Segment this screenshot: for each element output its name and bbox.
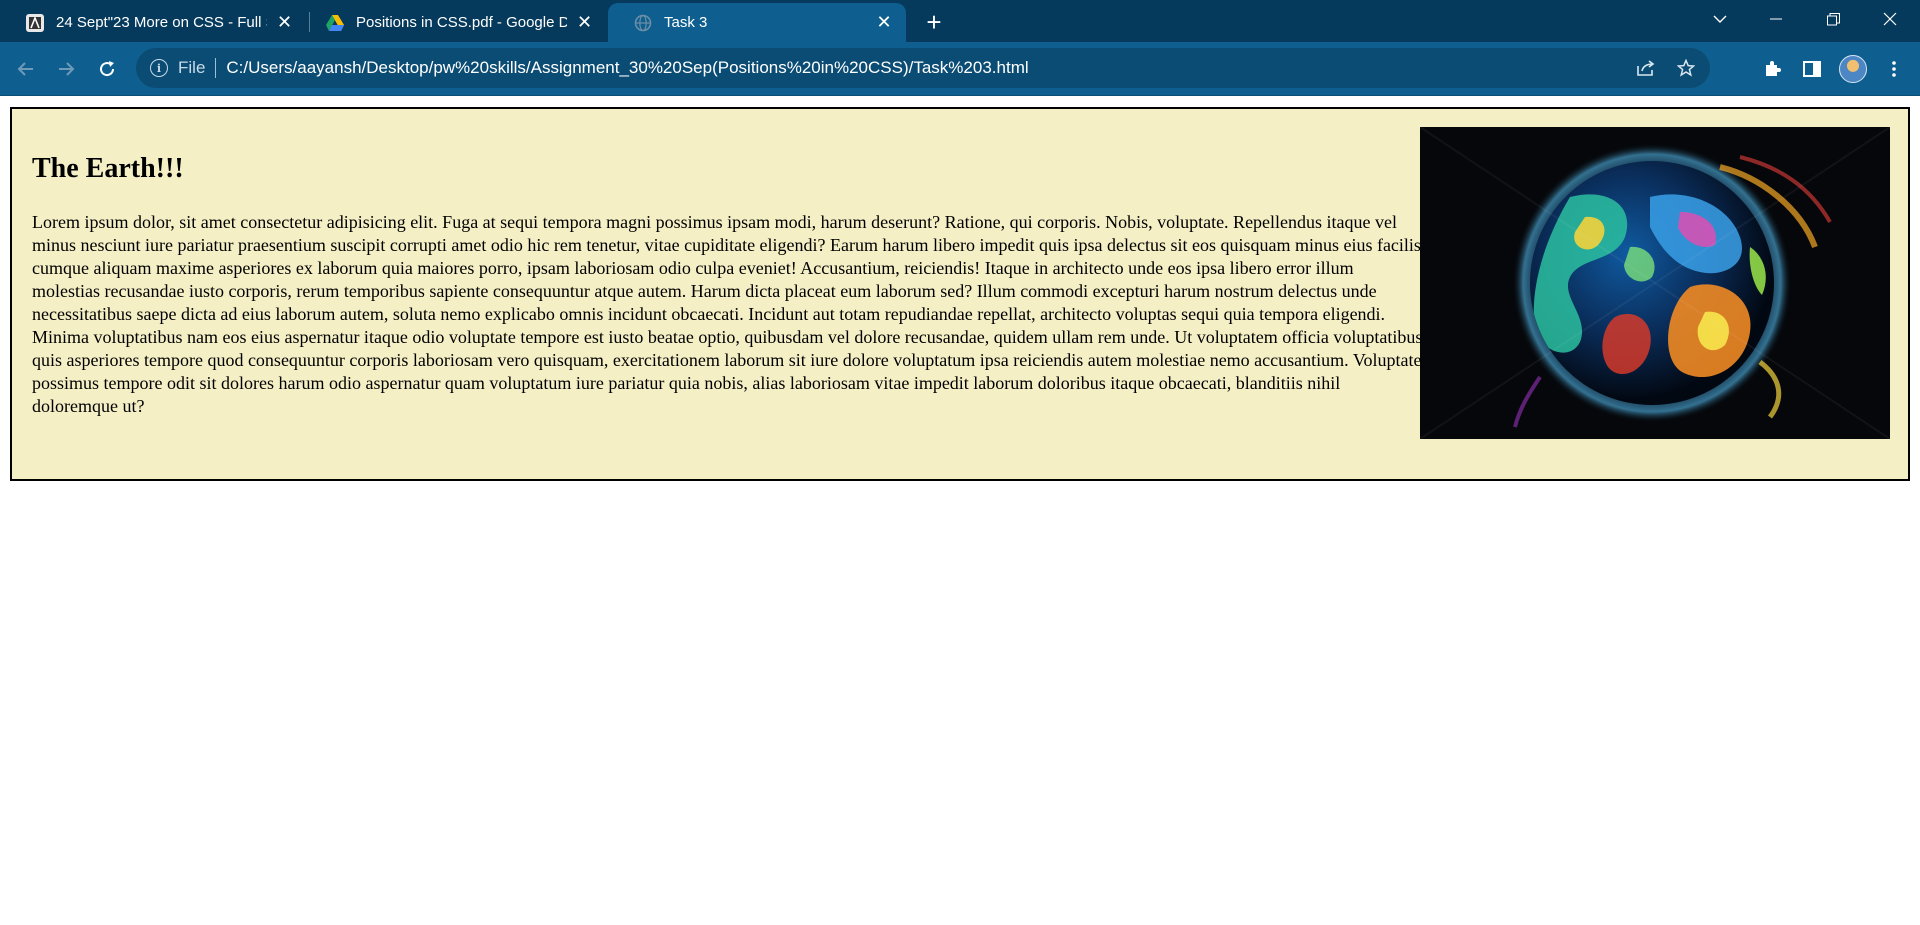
back-arrow-icon[interactable] [12,55,40,83]
close-icon[interactable]: ✕ [575,12,594,33]
close-window-icon[interactable] [1862,0,1918,38]
globe-icon [634,14,652,32]
minimize-icon[interactable] [1748,0,1804,38]
tab-search-chevron-icon[interactable] [1692,0,1748,38]
extensions-puzzle-icon[interactable] [1758,55,1786,83]
omnibox-divider [215,58,217,78]
tab-positions-pdf[interactable]: Positions in CSS.pdf - Google Dri ✕ [300,3,606,42]
lorem-paragraph: Lorem ipsum dolor, sit amet consectetur … [32,212,1423,416]
omnibox-actions [1634,48,1698,88]
close-icon[interactable]: ✕ [874,12,894,33]
browser-toolbar: i File C:/Users/aayansh/Desktop/pw%20ski… [0,42,1920,96]
file-scheme-label: File [178,58,206,77]
profile-avatar[interactable] [1839,55,1867,83]
new-tab-plus-icon[interactable]: + [920,7,948,37]
earth-card: The Earth!!! Lorem ipsum dolor, sit amet… [10,107,1910,481]
more-menu-icon[interactable] [1880,55,1908,83]
tab-strip: 24 Sept"23 More on CSS - Full St ✕ Posit… [0,0,1920,42]
page-heading: The Earth!!! [32,153,184,184]
share-icon[interactable] [1634,56,1658,80]
tab-title: Positions in CSS.pdf - Google Dri [356,14,567,31]
video-favicon-icon [26,13,44,32]
close-icon[interactable]: ✕ [275,12,294,33]
side-panel-icon[interactable] [1798,55,1826,83]
tab-task-3[interactable]: Task 3 ✕ [608,3,906,42]
url-text[interactable]: C:/Users/aayansh/Desktop/pw%20skills/Ass… [226,58,1028,78]
tab-title: Task 3 [664,14,708,31]
bookmark-star-icon[interactable] [1674,56,1698,80]
site-info-icon[interactable]: i [150,59,168,77]
reload-icon[interactable] [93,55,121,83]
forward-arrow-icon[interactable] [52,55,80,83]
page-viewport: The Earth!!! Lorem ipsum dolor, sit amet… [0,97,1920,925]
tab-css-video[interactable]: 24 Sept"23 More on CSS - Full St ✕ [0,3,306,42]
address-bar[interactable]: i File C:/Users/aayansh/Desktop/pw%20ski… [136,48,1710,88]
restore-icon[interactable] [1805,0,1861,38]
tab-title: 24 Sept"23 More on CSS - Full St [56,14,268,31]
earth-image [1420,127,1890,439]
google-drive-icon [326,14,344,32]
